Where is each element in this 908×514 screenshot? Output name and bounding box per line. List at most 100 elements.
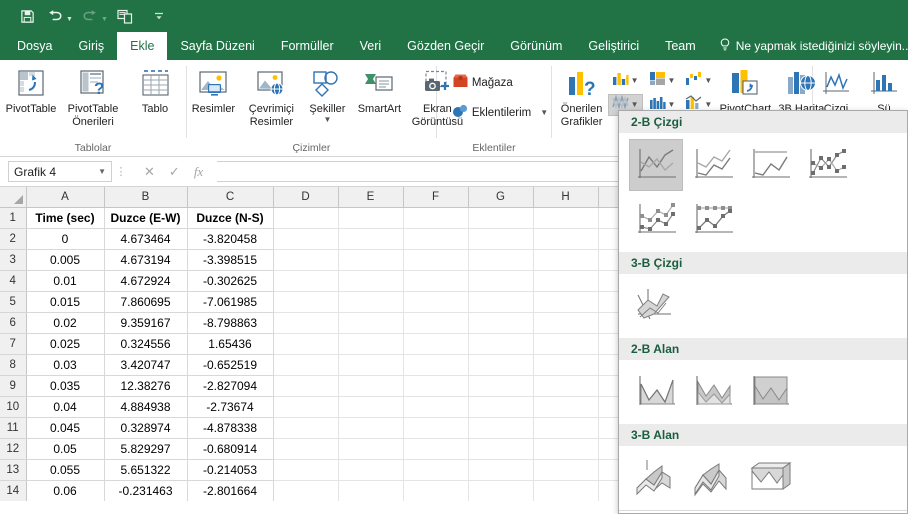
tab-formuller[interactable]: Formüller: [268, 32, 347, 60]
cell-c6[interactable]: -8.798863: [187, 312, 274, 334]
cell-h9[interactable]: [533, 375, 599, 397]
cell-g12[interactable]: [468, 438, 534, 460]
waterfall-chart-button[interactable]: ▼: [681, 70, 716, 92]
cell-f11[interactable]: [403, 417, 469, 439]
cell-a3[interactable]: 0.005: [26, 249, 105, 271]
row-header[interactable]: 12: [0, 438, 27, 460]
cell-a13[interactable]: 0.055: [26, 459, 105, 481]
gallery-item-line[interactable]: [629, 139, 683, 191]
cell-b11[interactable]: 0.328974: [104, 417, 188, 439]
row-header[interactable]: 1: [0, 207, 27, 229]
gallery-item-3d-100-stacked-area[interactable]: [743, 452, 797, 504]
tab-gelistirici[interactable]: Geliştirici: [575, 32, 652, 60]
cell-e2[interactable]: [338, 228, 404, 250]
cell-b12[interactable]: 5.829297: [104, 438, 188, 460]
cell-d1[interactable]: [273, 207, 339, 229]
cell-g1[interactable]: [468, 207, 534, 229]
column-header-b[interactable]: B: [104, 187, 188, 208]
pictures-button[interactable]: Resimler: [186, 64, 240, 116]
row-header[interactable]: 13: [0, 459, 27, 481]
cell-f13[interactable]: [403, 459, 469, 481]
cancel-icon[interactable]: ✕: [144, 164, 155, 180]
confirm-icon[interactable]: ✓: [169, 164, 180, 180]
tab-gozden-gecir[interactable]: Gözden Geçir: [394, 32, 497, 60]
row-header[interactable]: 11: [0, 417, 27, 439]
gallery-item-stacked-area[interactable]: [686, 366, 740, 418]
cell-b4[interactable]: 4.672924: [104, 270, 188, 292]
tab-dosya[interactable]: Dosya: [4, 32, 65, 60]
cell-b8[interactable]: 3.420747: [104, 354, 188, 376]
tab-giris[interactable]: Giriş: [65, 32, 117, 60]
cell-b5[interactable]: 7.860695: [104, 291, 188, 313]
shapes-button[interactable]: Şekiller ▼: [302, 64, 352, 124]
name-box[interactable]: Grafik 4 ▼: [8, 161, 112, 182]
column-header-f[interactable]: F: [403, 187, 469, 208]
cell-b7[interactable]: 0.324556: [104, 333, 188, 355]
cell-d5[interactable]: [273, 291, 339, 313]
gallery-item-stacked-line[interactable]: [686, 139, 740, 191]
recommended-pivottable-button[interactable]: ? PivotTable Önerileri: [62, 64, 124, 128]
cell-h5[interactable]: [533, 291, 599, 313]
gallery-item-3d-stacked-area[interactable]: [686, 452, 740, 504]
hierarchy-chart-button[interactable]: ▼: [645, 70, 680, 92]
cell-a11[interactable]: 0.045: [26, 417, 105, 439]
cell-f2[interactable]: [403, 228, 469, 250]
row-header[interactable]: 3: [0, 249, 27, 271]
cell-e3[interactable]: [338, 249, 404, 271]
cell-g11[interactable]: [468, 417, 534, 439]
cell-d4[interactable]: [273, 270, 339, 292]
cell-e9[interactable]: [338, 375, 404, 397]
tab-veri[interactable]: Veri: [347, 32, 395, 60]
cell-f6[interactable]: [403, 312, 469, 334]
cell-d9[interactable]: [273, 375, 339, 397]
column-header-c[interactable]: C: [187, 187, 274, 208]
online-pictures-button[interactable]: Çevrimiçi Resimler: [240, 64, 302, 128]
row-header[interactable]: 2: [0, 228, 27, 250]
cell-e11[interactable]: [338, 417, 404, 439]
touch-mode-icon[interactable]: [112, 3, 138, 29]
cell-d6[interactable]: [273, 312, 339, 334]
row-header[interactable]: 5: [0, 291, 27, 313]
cell-g7[interactable]: [468, 333, 534, 355]
cell-f14[interactable]: [403, 480, 469, 501]
cell-c5[interactable]: -7.061985: [187, 291, 274, 313]
pivotchart-button[interactable]: PivotChart: [716, 64, 774, 116]
cell-g10[interactable]: [468, 396, 534, 418]
gallery-item-area[interactable]: [629, 366, 683, 418]
recommended-charts-button[interactable]: ? Önerilen Grafikler: [556, 64, 608, 128]
smartart-button[interactable]: SmartArt: [352, 64, 406, 116]
cell-f8[interactable]: [403, 354, 469, 376]
cell-a9[interactable]: 0.035: [26, 375, 105, 397]
cell-a2[interactable]: 0: [26, 228, 105, 250]
cell-d3[interactable]: [273, 249, 339, 271]
gallery-item-100-stacked-area[interactable]: [743, 366, 797, 418]
cell-e5[interactable]: [338, 291, 404, 313]
cell-e6[interactable]: [338, 312, 404, 334]
cell-d12[interactable]: [273, 438, 339, 460]
select-all-corner[interactable]: [0, 187, 27, 208]
cell-g2[interactable]: [468, 228, 534, 250]
row-header[interactable]: 8: [0, 354, 27, 376]
tab-gorunum[interactable]: Görünüm: [497, 32, 575, 60]
cell-c7[interactable]: 1.65436: [187, 333, 274, 355]
cell-a10[interactable]: 0.04: [26, 396, 105, 418]
cell-e7[interactable]: [338, 333, 404, 355]
cell-g3[interactable]: [468, 249, 534, 271]
cell-e12[interactable]: [338, 438, 404, 460]
gallery-item-line-with-markers[interactable]: [800, 139, 854, 191]
cell-b13[interactable]: 5.651322: [104, 459, 188, 481]
cell-h3[interactable]: [533, 249, 599, 271]
cell-b2[interactable]: 4.673464: [104, 228, 188, 250]
cell-g5[interactable]: [468, 291, 534, 313]
cell-e10[interactable]: [338, 396, 404, 418]
cell-h6[interactable]: [533, 312, 599, 334]
column-header-e[interactable]: E: [338, 187, 404, 208]
cell-f3[interactable]: [403, 249, 469, 271]
cell-a5[interactable]: 0.015: [26, 291, 105, 313]
store-button[interactable]: Mağaza: [449, 72, 516, 94]
cell-f9[interactable]: [403, 375, 469, 397]
cell-h8[interactable]: [533, 354, 599, 376]
gallery-item-3d-line[interactable]: [629, 280, 683, 332]
cell-c2[interactable]: -3.820458: [187, 228, 274, 250]
chevron-down-icon[interactable]: ▼: [98, 167, 106, 176]
